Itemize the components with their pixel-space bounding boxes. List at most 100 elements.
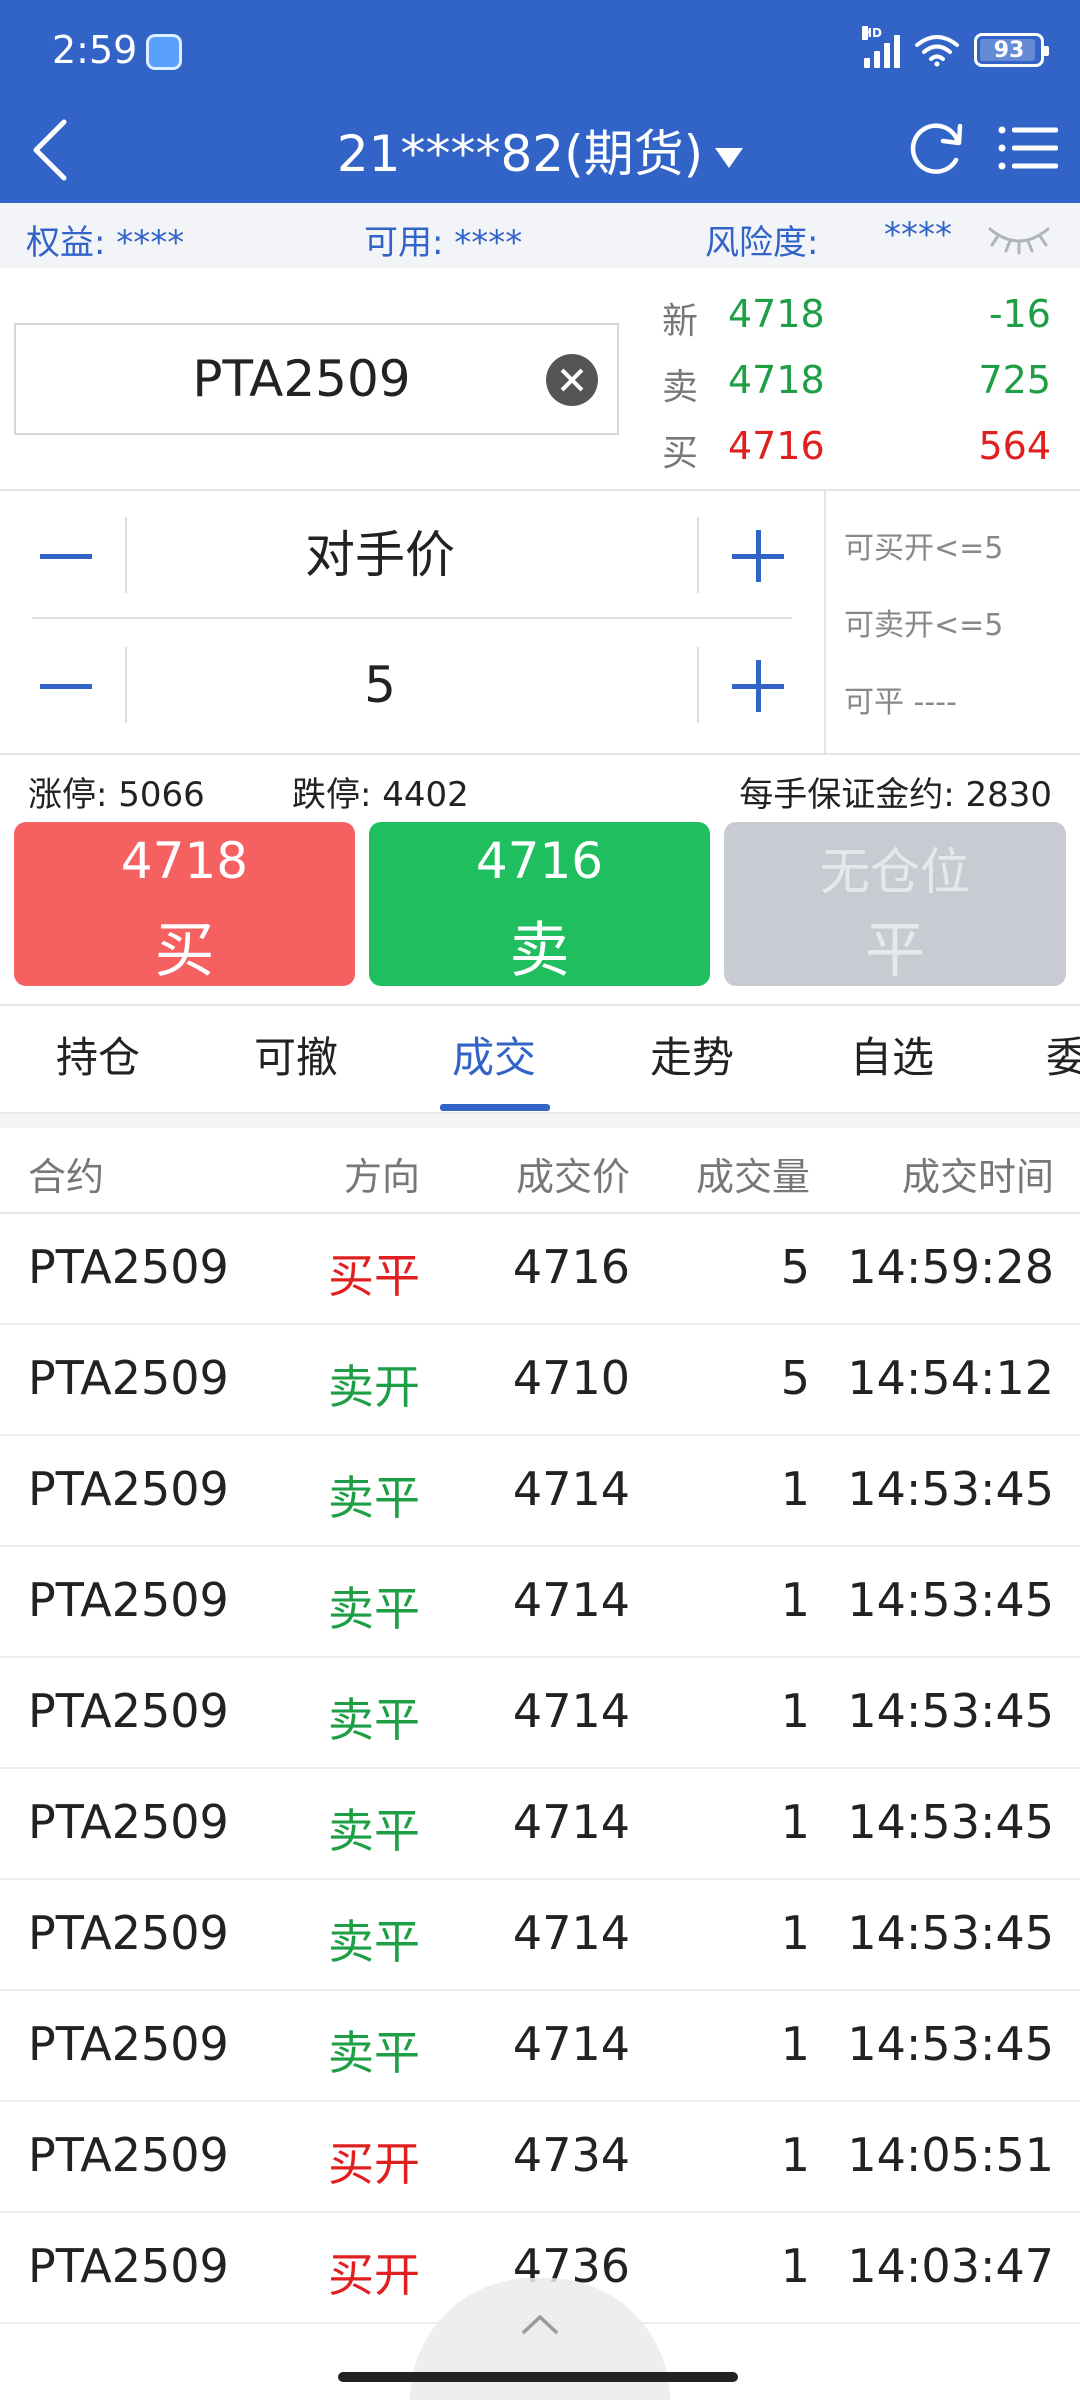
buy-button-price: 4718 — [120, 832, 249, 890]
cell-time: 14:54:12 — [847, 1351, 1054, 1405]
cell-time: 14:03:47 — [847, 2239, 1054, 2293]
table-row[interactable]: PTA2509 买平 4716 5 14:59:28 — [0, 1214, 1080, 1325]
buy-button[interactable]: 4718 买 — [14, 822, 355, 986]
quantity-row: 5 — [32, 621, 792, 749]
cell-price: 4716 — [512, 1240, 630, 1294]
quote-panel: 新 4718 -16 卖 4718 725 买 4716 564 — [0, 268, 1080, 491]
status-bar: 2:59 HD 93 — [0, 0, 1080, 100]
quote-ask-volume: 725 — [978, 358, 1051, 402]
can-buy-open: 可买开<=5 — [844, 531, 1004, 566]
quantity-field[interactable]: 5 — [128, 621, 632, 749]
cell-time: 14:53:45 — [847, 1684, 1054, 1738]
quote-bid-volume: 564 — [978, 424, 1051, 468]
clear-icon[interactable] — [546, 354, 598, 406]
quote-bid-price: 4716 — [728, 424, 825, 468]
cell-time: 14:59:28 — [847, 1240, 1054, 1294]
cell-direction: 卖平 — [328, 1804, 420, 1858]
cell-volume: 1 — [780, 2239, 810, 2293]
table-row[interactable]: PTA2509 买开 4734 1 14:05:51 — [0, 2102, 1080, 2213]
eye-closed-icon[interactable] — [986, 219, 1052, 255]
can-sell-open: 可卖开<=5 — [844, 608, 1004, 643]
battery-icon: 93 — [974, 33, 1049, 67]
header-direction: 方向 — [343, 1155, 420, 1199]
cell-volume: 1 — [780, 1462, 810, 1516]
tab-trend[interactable]: 走势 — [650, 1024, 734, 1085]
refresh-icon[interactable] — [900, 112, 972, 184]
status-time: 2:59 — [52, 28, 138, 72]
tab-orders[interactable]: 委 — [1046, 1024, 1080, 1085]
cell-price: 4714 — [512, 1462, 630, 1516]
tab-trades[interactable]: 成交 — [452, 1024, 536, 1085]
sell-button[interactable]: 4716 卖 — [369, 822, 710, 986]
table-row[interactable]: PTA2509 卖平 4714 1 14:53:45 — [0, 1769, 1080, 1880]
cell-contract: PTA2509 — [28, 1795, 229, 1849]
price-plus-button[interactable] — [724, 521, 794, 591]
wifi-icon — [915, 35, 959, 67]
cell-volume: 1 — [780, 2128, 810, 2182]
quote-ask-price: 4718 — [728, 358, 825, 402]
cell-contract: PTA2509 — [28, 2017, 229, 2071]
cell-volume: 5 — [780, 1351, 810, 1405]
cell-contract: PTA2509 — [28, 1573, 229, 1627]
table-row[interactable]: PTA2509 卖平 4714 1 14:53:45 — [0, 1991, 1080, 2102]
table-row[interactable]: PTA2509 卖平 4714 1 14:53:45 — [0, 1436, 1080, 1547]
cell-time: 14:53:45 — [847, 1906, 1054, 1960]
cell-price: 4714 — [512, 2017, 630, 2071]
cell-time: 14:53:45 — [847, 1573, 1054, 1627]
cell-time: 14:53:45 — [847, 1795, 1054, 1849]
limit-up: 涨停: 5066 — [28, 775, 205, 815]
quantity-plus-button[interactable] — [724, 651, 794, 721]
account-title: 21****82(期货) — [336, 125, 704, 183]
cell-time: 14:53:45 — [847, 2017, 1054, 2071]
quote-row-ask: 卖 4718 725 — [662, 350, 1057, 410]
price-type-field[interactable]: 对手价 — [128, 491, 632, 619]
table-row[interactable]: PTA2509 卖开 4710 5 14:54:12 — [0, 1325, 1080, 1436]
symbol-input[interactable] — [16, 325, 617, 433]
table-row[interactable]: PTA2509 卖平 4714 1 14:53:45 — [0, 1658, 1080, 1769]
menu-icon[interactable] — [996, 112, 1062, 184]
cell-volume: 1 — [780, 2017, 810, 2071]
cell-time: 14:53:45 — [847, 1462, 1054, 1516]
divider — [0, 1114, 1080, 1128]
quote-bid-label: 买 — [662, 433, 699, 474]
limit-down: 跌停: 4402 — [292, 775, 469, 815]
quote-new-price: 4718 — [728, 292, 825, 336]
cell-contract: PTA2509 — [28, 2239, 229, 2293]
cell-price: 4710 — [512, 1351, 630, 1405]
cell-contract: PTA2509 — [28, 1351, 229, 1405]
cell-direction: 买平 — [328, 1249, 420, 1303]
tab-watchlist[interactable]: 自选 — [850, 1024, 934, 1085]
battery-level: 93 — [993, 37, 1025, 63]
tab-cancellable[interactable]: 可撤 — [254, 1024, 338, 1085]
cell-volume: 1 — [780, 1795, 810, 1849]
cell-direction: 卖平 — [328, 2026, 420, 2080]
cell-time: 14:05:51 — [847, 2128, 1054, 2182]
cell-contract: PTA2509 — [28, 1684, 229, 1738]
cell-direction: 卖平 — [328, 1693, 420, 1747]
cell-price: 4734 — [512, 2128, 630, 2182]
chevron-up-icon — [522, 2315, 558, 2334]
risk-value: **** — [884, 215, 952, 255]
network-label: HD — [862, 26, 883, 40]
header-price: 成交价 — [515, 1155, 630, 1199]
cell-price: 4714 — [512, 1795, 630, 1849]
cell-direction: 卖开 — [328, 1360, 420, 1414]
order-capacity: 可买开<=5 可卖开<=5 可平 ---- — [824, 491, 1080, 755]
table-row[interactable]: PTA2509 卖平 4714 1 14:53:45 — [0, 1547, 1080, 1658]
tab-positions[interactable]: 持仓 — [56, 1024, 140, 1085]
cell-price: 4714 — [512, 1573, 630, 1627]
nav-bar: 21****82(期货) — [0, 100, 1080, 203]
quantity-minus-button[interactable] — [32, 651, 102, 721]
table-row[interactable]: PTA2509 卖平 4714 1 14:53:45 — [0, 1880, 1080, 1991]
cell-direction: 买开 — [328, 2248, 420, 2302]
home-indicator[interactable] — [338, 2372, 738, 2382]
price-minus-button[interactable] — [32, 521, 102, 591]
cell-volume: 1 — [780, 1573, 810, 1627]
quote-row-new: 新 4718 -16 — [662, 284, 1057, 344]
available-text: 可用: **** — [364, 223, 523, 263]
limits-bar: 涨停: 5066 跌停: 4402 每手保证金约: 2830 — [0, 757, 1080, 817]
active-tab-indicator — [440, 1104, 550, 1111]
close-position-button[interactable]: 无仓位 平 — [724, 822, 1066, 986]
header: 2:59 HD 93 21****82(期货) — [0, 0, 1080, 203]
cell-contract: PTA2509 — [28, 2128, 229, 2182]
